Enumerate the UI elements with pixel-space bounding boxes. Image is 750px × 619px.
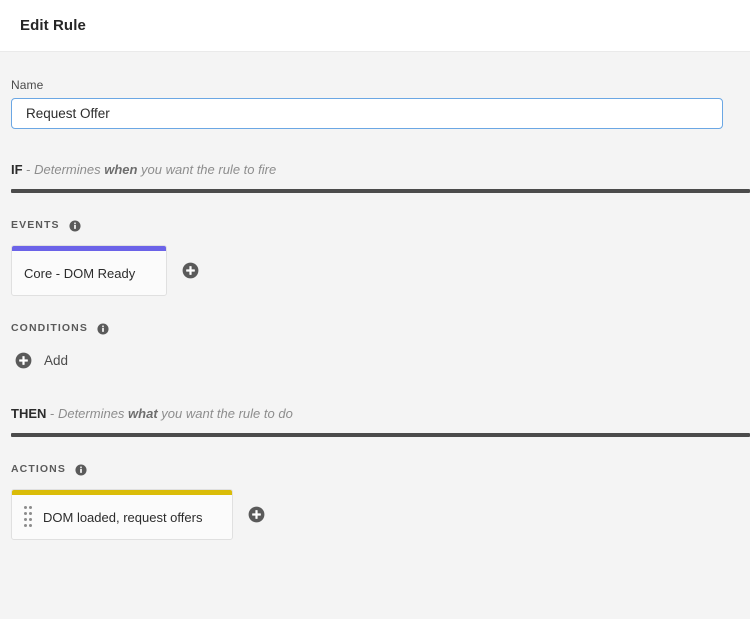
then-divider xyxy=(11,433,750,437)
action-card-label: DOM loaded, request offers xyxy=(43,510,202,525)
then-desc-before: Determines xyxy=(58,406,128,421)
if-clause: IF - Determines when you want the rule t… xyxy=(11,161,739,178)
event-card-body: Core - DOM Ready xyxy=(12,251,166,295)
then-desc-after: you want the rule to do xyxy=(158,406,293,421)
events-label-text: EVENTS xyxy=(11,219,60,231)
add-condition-button[interactable] xyxy=(15,352,32,369)
event-card[interactable]: Core - DOM Ready xyxy=(11,245,167,296)
then-dash: - xyxy=(46,406,58,421)
if-desc-before: Determines xyxy=(34,162,104,177)
dialog-header: Edit Rule xyxy=(0,0,750,52)
if-desc-after: you want the rule to fire xyxy=(137,162,276,177)
then-desc-bold: what xyxy=(128,406,158,421)
rule-editor-body: Name IF - Determines when you want the r… xyxy=(0,52,750,619)
if-dash: - xyxy=(23,162,35,177)
add-action-button[interactable] xyxy=(248,506,265,523)
page-title: Edit Rule xyxy=(20,17,86,34)
then-keyword: THEN xyxy=(11,406,46,421)
add-condition-row[interactable]: Add xyxy=(11,348,739,373)
action-card-body: DOM loaded, request offers xyxy=(12,495,232,539)
info-icon[interactable] xyxy=(69,219,81,231)
then-description: Determines what you want the rule to do xyxy=(58,406,293,421)
drag-handle-icon[interactable] xyxy=(24,506,32,528)
add-event-button[interactable] xyxy=(182,262,199,279)
actions-section-label: ACTIONS xyxy=(11,463,739,475)
actions-card-row: DOM loaded, request offers xyxy=(11,489,739,540)
info-icon[interactable] xyxy=(97,322,109,334)
events-section-label: EVENTS xyxy=(11,219,739,231)
add-condition-label: Add xyxy=(44,353,68,368)
if-keyword: IF xyxy=(11,162,23,177)
name-field-label: Name xyxy=(11,78,739,92)
if-description: Determines when you want the rule to fir… xyxy=(34,162,276,177)
actions-label-text: ACTIONS xyxy=(11,463,66,475)
then-clause: THEN - Determines what you want the rule… xyxy=(11,405,739,422)
info-icon[interactable] xyxy=(75,463,87,475)
event-card-label: Core - DOM Ready xyxy=(24,266,135,281)
name-field-block: Name xyxy=(11,52,739,129)
conditions-section-label: CONDITIONS xyxy=(11,322,739,334)
conditions-label-text: CONDITIONS xyxy=(11,322,88,334)
name-input[interactable] xyxy=(11,98,723,129)
if-desc-bold: when xyxy=(104,162,137,177)
if-divider xyxy=(11,189,750,193)
action-card[interactable]: DOM loaded, request offers xyxy=(11,489,233,540)
events-card-row: Core - DOM Ready xyxy=(11,245,739,296)
